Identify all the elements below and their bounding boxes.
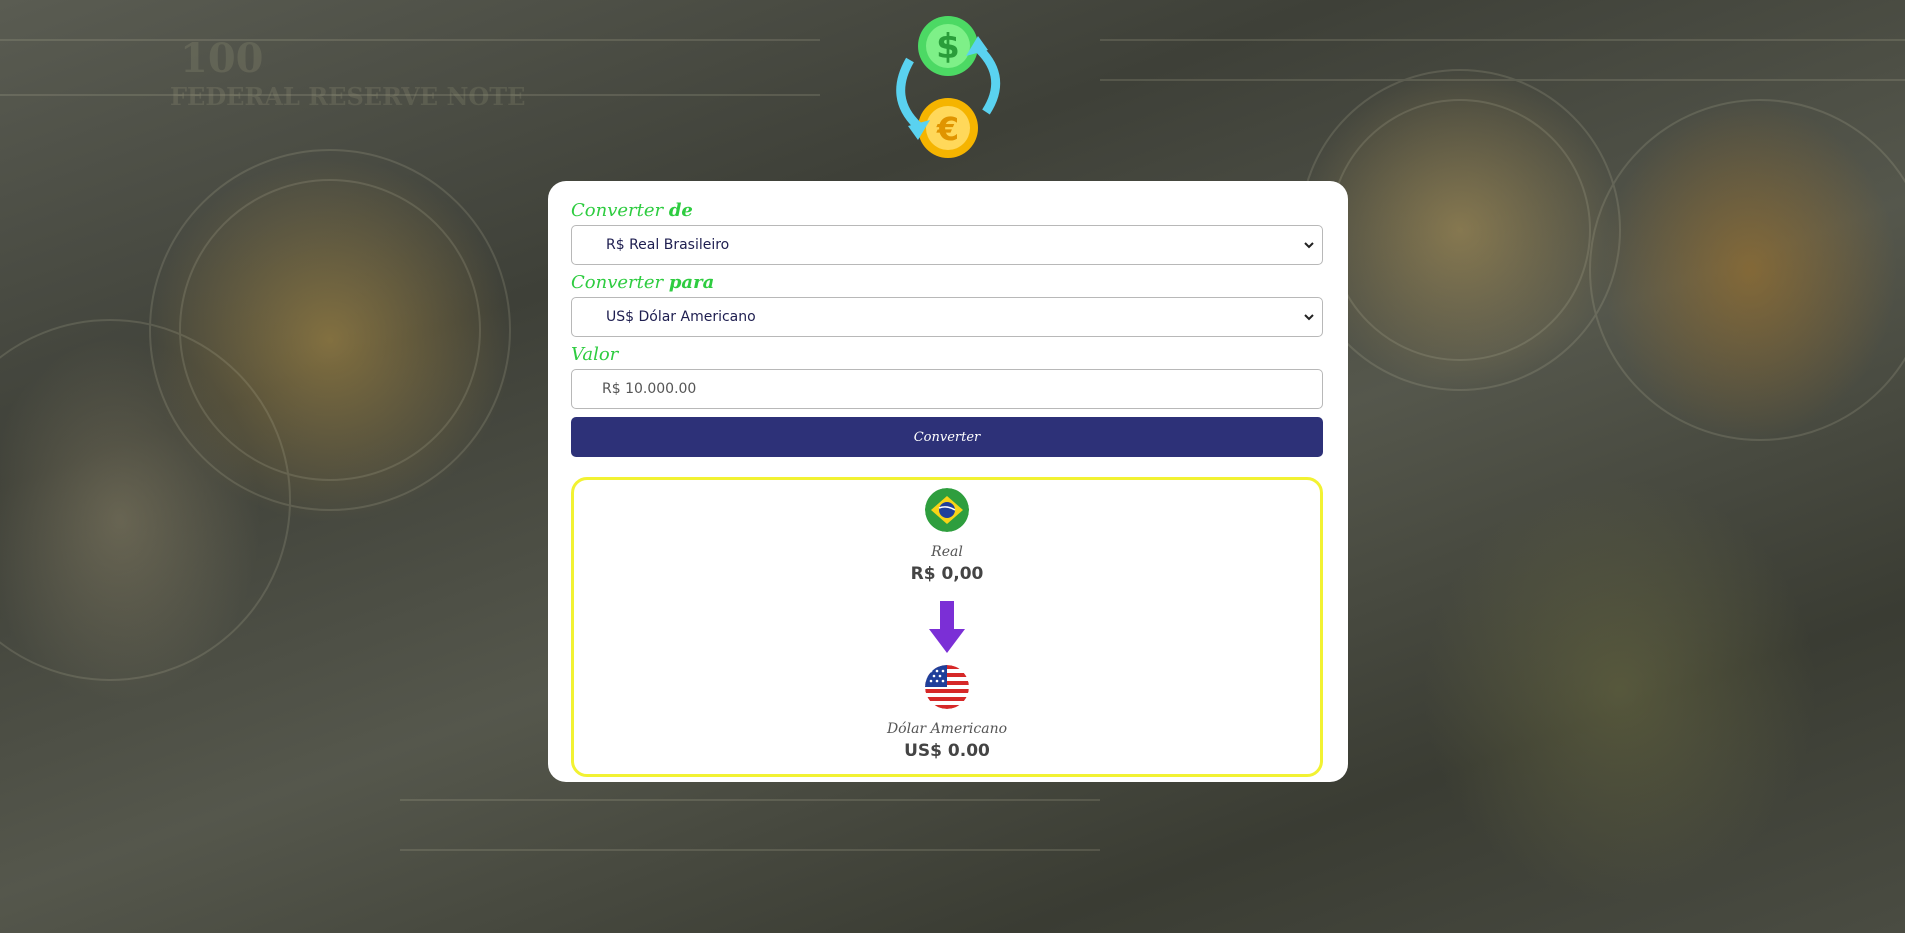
converter-card: Converter de R$ Real Brasileiro Converte… bbox=[548, 181, 1348, 782]
conversion-result-box: Real R$ 0,00 Dólar Americano US$ 0.00 bbox=[571, 477, 1323, 777]
to-label: Converter para bbox=[571, 272, 715, 293]
to-currency-selected: US$ Dólar Americano bbox=[606, 309, 756, 325]
from-currency-selected: R$ Real Brasileiro bbox=[606, 237, 730, 253]
chevron-down-icon bbox=[1302, 310, 1316, 324]
from-currency-select[interactable]: R$ Real Brasileiro bbox=[571, 225, 1323, 265]
svg-text:FEDERAL RESERVE NOTE: FEDERAL RESERVE NOTE bbox=[170, 82, 525, 111]
value-label: Valor bbox=[571, 344, 619, 365]
value-input[interactable]: R$ 10.000.00 bbox=[571, 369, 1323, 409]
svg-text:$: $ bbox=[936, 27, 960, 67]
from-label: Converter de bbox=[571, 200, 693, 221]
svg-text:€: € bbox=[936, 110, 959, 148]
from-currency-name: Real bbox=[931, 544, 963, 560]
brazil-flag-icon bbox=[925, 488, 969, 532]
usa-flag-icon bbox=[925, 665, 969, 709]
to-currency-value: US$ 0.00 bbox=[904, 741, 990, 761]
chevron-down-icon bbox=[1302, 238, 1316, 252]
to-currency-select[interactable]: US$ Dólar Americano bbox=[571, 297, 1323, 337]
svg-text:100: 100 bbox=[180, 35, 264, 82]
arrow-down-icon bbox=[929, 601, 965, 653]
from-currency-value: R$ 0,00 bbox=[910, 564, 984, 584]
value-input-placeholder: R$ 10.000.00 bbox=[602, 381, 697, 397]
currency-exchange-icon: $ € bbox=[896, 16, 1001, 158]
convert-button[interactable]: Converter bbox=[571, 417, 1323, 457]
to-currency-name: Dólar Americano bbox=[886, 721, 1008, 737]
